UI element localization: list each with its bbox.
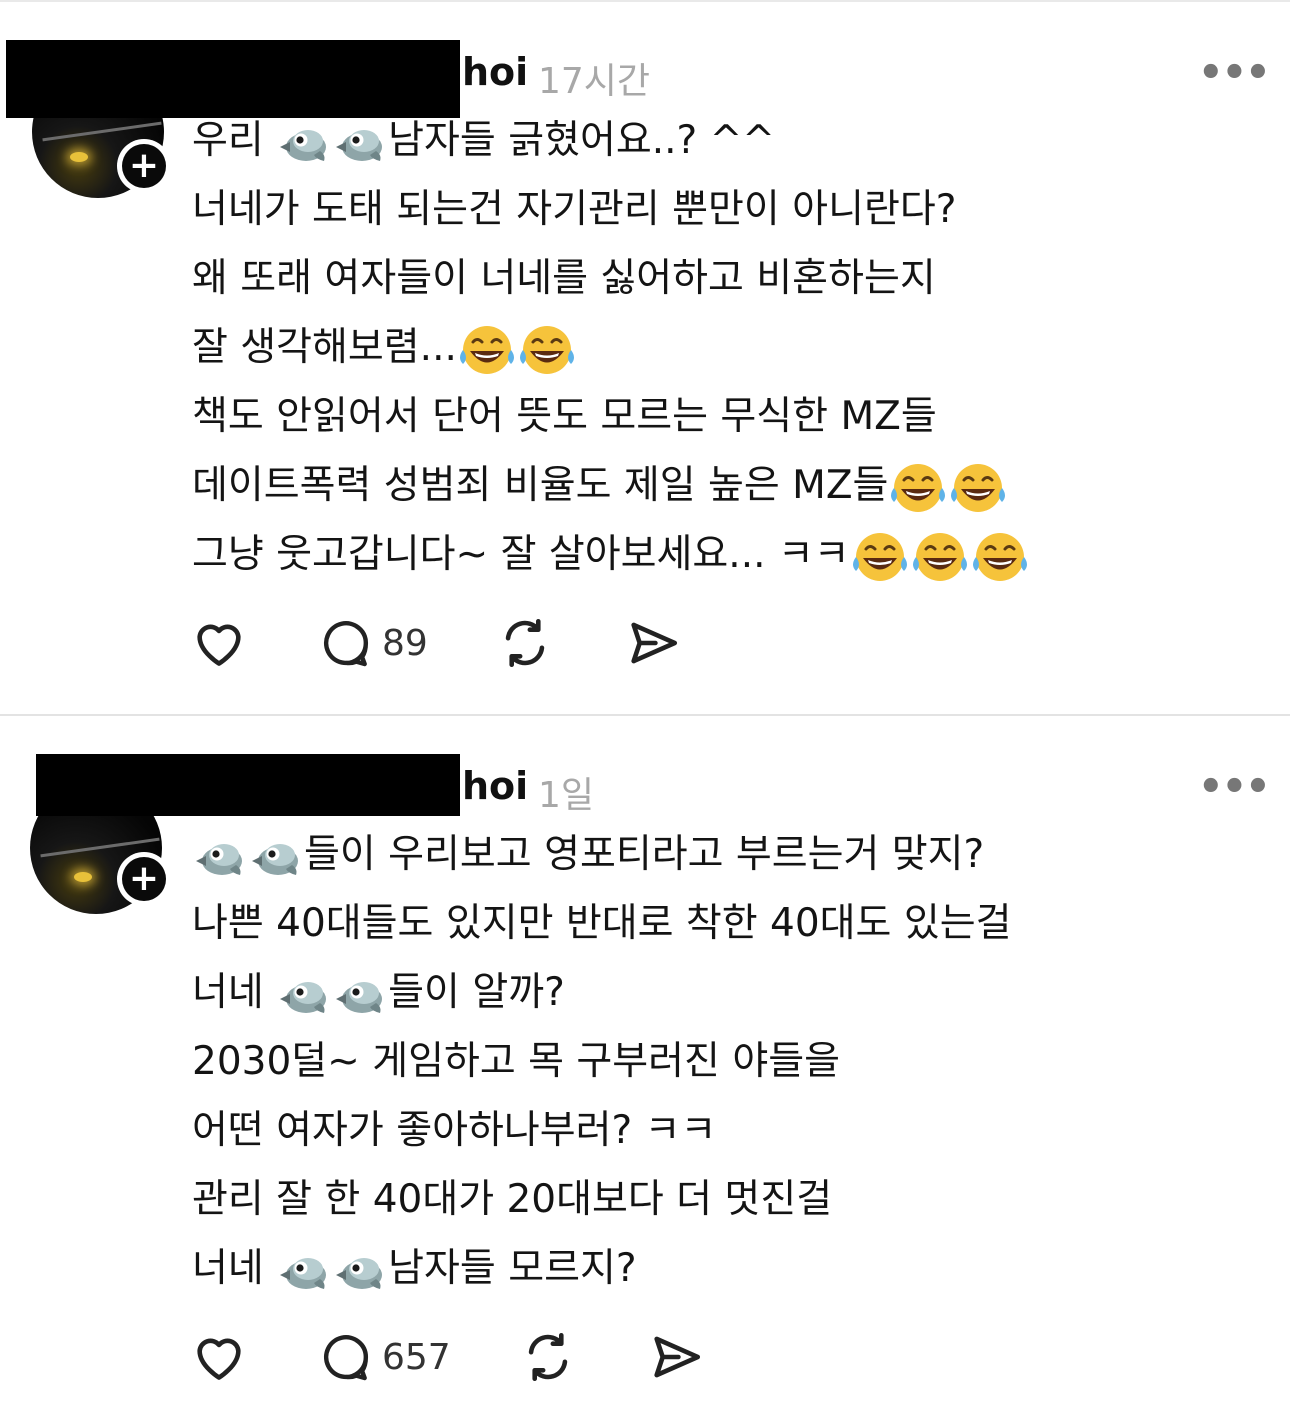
- post-text-line: 잘 생각해보렴...: [192, 313, 1030, 382]
- reply-button[interactable]: 657: [318, 1329, 451, 1385]
- post-text-line: 관리 잘 한 40대가 20대보다 더 멋진걸: [192, 1177, 833, 1222]
- plus-icon: +: [122, 144, 166, 188]
- heart-icon: [197, 1338, 241, 1380]
- post-text-line: 2030덜~ 게임하고 목 구부러진 야들을: [192, 1039, 840, 1084]
- bird-emoji: [280, 1257, 327, 1289]
- bird-emoji: [196, 843, 242, 875]
- reply-count: 657: [382, 1336, 451, 1378]
- bird-emoji: [336, 1257, 383, 1289]
- post-text-line: 왜 또래 여자들이 너네를 싫어하고 비혼하는지: [192, 256, 936, 301]
- comment-bubble-icon: [323, 1335, 369, 1381]
- repost-button[interactable]: [496, 614, 554, 672]
- post-body: 들이 우리보고 영포티라고 부르는거 맞지? 나쁜 40대들도 있지만 반대로 착…: [192, 820, 1011, 1303]
- post-text-line: 들이 우리보고 영포티라고 부르는거 맞지?: [192, 820, 1011, 889]
- more-options-button[interactable]: •••: [1198, 50, 1271, 96]
- share-button[interactable]: [624, 614, 682, 672]
- reply-count: 89: [382, 622, 428, 664]
- post-text-line: 너네 남자들 모르지?: [192, 1246, 637, 1291]
- tears-of-joy-emoji: [972, 532, 1027, 581]
- post-text-line: 너네가 도태 되는건 자기관리 뿐만이 아니란다?: [192, 187, 957, 232]
- redacted-username: [36, 754, 460, 816]
- bird-emoji: [252, 843, 298, 875]
- username[interactable]: hoi: [462, 764, 528, 808]
- tears-of-joy-emoji: [912, 532, 967, 581]
- share-button[interactable]: [647, 1328, 705, 1386]
- post-time: 17시간: [538, 61, 651, 102]
- more-options-button[interactable]: •••: [1198, 764, 1271, 810]
- tears-of-joy-emoji: [459, 325, 514, 374]
- comment-bubble-icon: [323, 621, 369, 667]
- thread-post[interactable]: + hoi 1일 ••• 들이 우리보고 영포티라고 부르는거 맞지? 나쁜 40…: [0, 716, 1290, 1416]
- post-body: 우리 남자들 긁혔어요..? ^^ 너네가 도태 되는건 자기관리 뿐만이 아니란…: [192, 106, 1030, 589]
- post-text-line: 어떤 여자가 좋아하나부러? ㅋㅋ: [192, 1108, 717, 1153]
- post-text-line: 그냥 웃고갑니다~ 잘 살아보세요... ㅋㅋ: [192, 520, 1030, 589]
- send-icon: [631, 622, 677, 664]
- like-button[interactable]: [190, 1328, 248, 1386]
- post-text-line: 나쁜 40대들도 있지만 반대로 착한 40대도 있는걸: [192, 901, 1012, 946]
- follow-plus-button[interactable]: +: [117, 852, 171, 906]
- post-text-line: 책도 안읽어서 단어 뜻도 모르는 무식한 MZ들: [192, 394, 937, 439]
- tears-of-joy-emoji: [891, 463, 946, 512]
- heart-icon: [197, 624, 241, 666]
- repost-icon: [528, 1332, 567, 1382]
- bird-emoji: [280, 981, 327, 1013]
- post-text-line: 너네 들이 알까?: [192, 970, 565, 1015]
- post-text-line: 데이트폭력 성범죄 비율도 제일 높은 MZ들: [192, 451, 1030, 520]
- repost-button[interactable]: [519, 1328, 577, 1386]
- post-time: 1일: [538, 775, 595, 816]
- follow-plus-button[interactable]: +: [117, 139, 171, 193]
- like-button[interactable]: [190, 614, 248, 672]
- action-bar: 657: [190, 1328, 705, 1386]
- send-icon: [654, 1336, 700, 1378]
- tears-of-joy-emoji: [951, 463, 1006, 512]
- tears-of-joy-emoji: [852, 532, 907, 581]
- thread-post[interactable]: + hoi 17시간 ••• 우리 남자들 긁혔어요..? ^^ 너네가 도태 되…: [0, 0, 1290, 716]
- bird-emoji: [336, 129, 383, 161]
- repost-icon: [505, 618, 545, 668]
- bird-emoji: [336, 981, 383, 1013]
- action-bar: 89: [190, 614, 682, 672]
- username[interactable]: hoi: [462, 50, 528, 94]
- bird-emoji: [280, 129, 327, 161]
- post-text-line: 우리 남자들 긁혔어요..? ^^: [192, 118, 775, 163]
- reply-button[interactable]: 89: [318, 615, 428, 671]
- plus-icon: +: [122, 857, 166, 901]
- tears-of-joy-emoji: [519, 325, 574, 374]
